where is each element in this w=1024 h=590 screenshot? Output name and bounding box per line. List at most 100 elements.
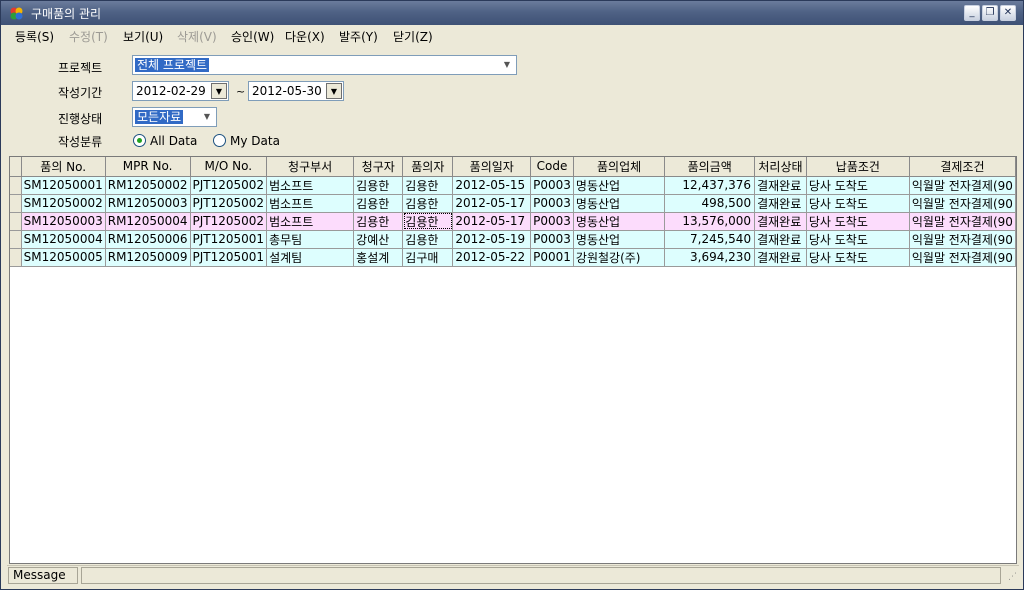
table-cell[interactable]: 3,694,230	[664, 248, 756, 267]
table-cell[interactable]: PJT1205002	[190, 194, 268, 213]
table-cell[interactable]: 김용한	[402, 212, 454, 231]
table-cell[interactable]: 2012-05-22	[452, 248, 532, 267]
column-header[interactable]: 결제조건	[909, 157, 1016, 177]
menu-register[interactable]: 등록(S)	[15, 28, 54, 45]
table-cell[interactable]: PJT1205001	[190, 248, 268, 267]
radio-all-data[interactable]: All Data	[133, 134, 197, 148]
table-cell[interactable]: 7,245,540	[664, 230, 756, 249]
row-header[interactable]	[10, 230, 22, 249]
table-cell[interactable]: 2012-05-15	[452, 176, 532, 195]
table-cell[interactable]: 당사 도착도	[806, 248, 910, 267]
table-cell[interactable]: PJT1205002	[190, 176, 268, 195]
table-row[interactable]: SM12050001 RM12050002 PJT1205002 범소프트 김용한 김용한…	[10, 176, 1016, 195]
table-cell[interactable]: 명동산업	[573, 194, 666, 213]
table-cell[interactable]: SM12050005	[21, 248, 106, 267]
calendar-dropdown-icon[interactable]: ▼	[326, 83, 342, 99]
table-cell[interactable]: 결재완료	[754, 176, 807, 195]
table-cell[interactable]: 홍설계	[353, 248, 404, 267]
table-cell[interactable]: PJT1205001	[190, 230, 268, 249]
table-cell[interactable]: 김용한	[402, 230, 454, 249]
column-header[interactable]: 처리상태	[754, 157, 807, 177]
column-header[interactable]: 청구자	[353, 157, 404, 177]
table-cell[interactable]: 당사 도착도	[806, 176, 910, 195]
column-header[interactable]: 품의 No.	[21, 157, 106, 177]
table-cell[interactable]: 김용한	[402, 176, 454, 195]
table-cell[interactable]: P0001	[530, 248, 574, 267]
table-cell[interactable]: 결재완료	[754, 248, 807, 267]
row-header[interactable]	[10, 176, 22, 195]
table-row[interactable]: SM12050004 RM12050006 PJT1205001 총무팀 강예산 김용한 2…	[10, 230, 1016, 249]
radio-my-data[interactable]: My Data	[213, 134, 280, 148]
column-header[interactable]: 품의금액	[664, 157, 756, 177]
column-header[interactable]: 품의업체	[573, 157, 666, 177]
project-select[interactable]: 전체 프로젝트 ▼	[132, 55, 517, 75]
table-cell[interactable]: 결재완료	[754, 194, 807, 213]
table-cell[interactable]: RM12050003	[105, 194, 191, 213]
table-cell[interactable]: 김용한	[353, 176, 404, 195]
table-cell[interactable]: SM12050002	[21, 194, 106, 213]
table-cell[interactable]: 총무팀	[266, 230, 355, 249]
menu-order[interactable]: 발주(Y)	[339, 28, 378, 45]
purchase-grid[interactable]: 품의 No. MPR No. M/O No. 청구부서 청구자 품의자 품의일자…	[9, 156, 1017, 564]
chevron-down-icon[interactable]: ▼	[499, 57, 515, 73]
radio-on-icon[interactable]	[133, 134, 146, 147]
table-cell[interactable]: 12,437,376	[664, 176, 756, 195]
table-cell[interactable]: RM12050006	[105, 230, 191, 249]
table-cell[interactable]: 498,500	[664, 194, 756, 213]
column-header[interactable]: Code	[530, 157, 574, 177]
table-cell[interactable]: 2012-05-17	[452, 194, 532, 213]
table-cell[interactable]: 당사 도착도	[806, 230, 910, 249]
table-cell[interactable]: 2012-05-17	[452, 212, 532, 231]
menu-delete[interactable]: 삭제(V)	[177, 28, 217, 45]
column-header[interactable]: 품의일자	[452, 157, 532, 177]
minimize-button[interactable]: _	[964, 5, 980, 21]
table-cell[interactable]: SM12050003	[21, 212, 106, 231]
table-cell[interactable]: SM12050001	[21, 176, 106, 195]
date-from-picker[interactable]: 2012-02-29 ▼	[132, 81, 229, 101]
status-select[interactable]: 모든자료 ▼	[132, 107, 217, 127]
table-cell[interactable]: 범소프트	[266, 176, 355, 195]
table-cell[interactable]: 강원철강(주)	[573, 248, 666, 267]
table-cell[interactable]: P0003	[530, 176, 574, 195]
column-header[interactable]: M/O No.	[190, 157, 268, 177]
menu-download[interactable]: 다운(X)	[285, 28, 325, 45]
table-cell[interactable]: RM12050004	[105, 212, 191, 231]
menu-view[interactable]: 보기(U)	[123, 28, 163, 45]
table-cell[interactable]: 당사 도착도	[806, 212, 910, 231]
calendar-dropdown-icon[interactable]: ▼	[211, 83, 227, 99]
close-button[interactable]: ✕	[1000, 5, 1016, 21]
row-header[interactable]	[10, 248, 22, 267]
table-cell[interactable]: 익월말 전자결제(90	[909, 176, 1016, 195]
row-header[interactable]	[10, 212, 22, 231]
table-row[interactable]: SM12050002 RM12050003 PJT1205002 범소프트 김용한 김용한…	[10, 194, 1016, 213]
table-cell[interactable]: 명동산업	[573, 176, 666, 195]
chevron-down-icon[interactable]: ▼	[199, 109, 215, 125]
table-cell[interactable]: RM12050002	[105, 176, 191, 195]
column-header[interactable]: 납품조건	[806, 157, 910, 177]
table-cell[interactable]: 범소프트	[266, 212, 355, 231]
table-cell[interactable]: RM12050009	[105, 248, 191, 267]
table-cell[interactable]: 범소프트	[266, 194, 355, 213]
table-cell[interactable]: 명동산업	[573, 212, 666, 231]
table-cell[interactable]: 익월말 전자결제(90	[909, 194, 1016, 213]
column-header[interactable]: 품의자	[402, 157, 454, 177]
table-cell[interactable]: SM12050004	[21, 230, 106, 249]
menu-edit[interactable]: 수정(T)	[69, 28, 108, 45]
table-cell[interactable]: 2012-05-19	[452, 230, 532, 249]
table-cell[interactable]: PJT1205002	[190, 212, 268, 231]
menu-close[interactable]: 닫기(Z)	[393, 28, 433, 45]
table-row[interactable]: SM12050003 RM12050004 PJT1205002 범소프트 김용한 김용한…	[10, 212, 1016, 231]
table-cell[interactable]: 명동산업	[573, 230, 666, 249]
restore-button[interactable]: ❐	[982, 5, 998, 21]
table-row[interactable]: SM12050005 RM12050009 PJT1205001 설계팀 홍설계 김구매 2…	[10, 248, 1016, 267]
table-cell[interactable]: 결재완료	[754, 230, 807, 249]
resize-grip-icon[interactable]: ⋰	[1005, 571, 1017, 583]
table-cell[interactable]: 13,576,000	[664, 212, 756, 231]
table-cell[interactable]: 김용한	[353, 212, 404, 231]
table-cell[interactable]: 강예산	[353, 230, 404, 249]
table-cell[interactable]: P0003	[530, 194, 574, 213]
column-header[interactable]: MPR No.	[105, 157, 191, 177]
table-cell[interactable]: P0003	[530, 212, 574, 231]
row-header[interactable]	[10, 194, 22, 213]
table-cell[interactable]: 익월말 전자결제(90	[909, 212, 1016, 231]
